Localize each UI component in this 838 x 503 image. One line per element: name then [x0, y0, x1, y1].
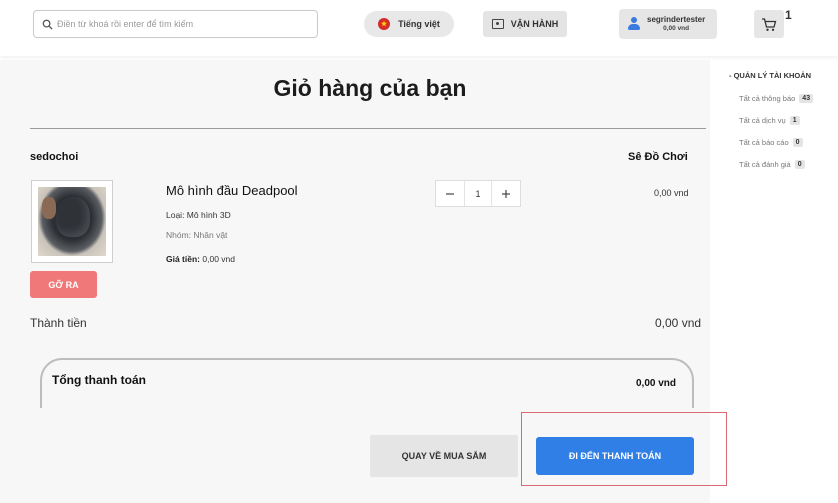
- count-badge: 43: [799, 94, 814, 103]
- sidebar-item-reviews[interactable]: Tất cả đánh giá 0: [739, 160, 805, 169]
- product-group: Nhóm: Nhân vật: [166, 230, 228, 240]
- account-management-heading[interactable]: - QUẢN LÝ TÀI KHOẢN: [729, 71, 811, 80]
- search-box[interactable]: [33, 10, 318, 38]
- count-badge: 0: [792, 138, 803, 147]
- search-input[interactable]: [57, 19, 307, 29]
- search-icon: [42, 19, 53, 30]
- product-price-value: 0,00 vnd: [202, 254, 236, 264]
- product-price-label: Giá tiền:: [166, 254, 201, 264]
- quantity-value[interactable]: 1: [464, 181, 492, 206]
- product-thumbnail[interactable]: [31, 180, 113, 263]
- sidebar-item-label: Tất cả thông báo: [739, 94, 796, 103]
- increase-quantity-button[interactable]: [492, 181, 520, 206]
- count-badge: 1: [789, 116, 800, 125]
- subtotal-value: 0,00 vnd: [655, 316, 702, 330]
- language-label: Tiếng việt: [398, 19, 440, 29]
- shop-owner[interactable]: sedochoi: [30, 151, 78, 163]
- sidebar-item-label: Tất cả đánh giá: [739, 160, 791, 169]
- sidebar-item-label: Tất cả báo cáo: [739, 138, 789, 147]
- count-badge: 0: [794, 160, 805, 169]
- user-balance: 0,00 vnd: [663, 25, 690, 32]
- sidebar-item-services[interactable]: Tất cả dịch vụ 1: [739, 116, 800, 125]
- language-button[interactable]: ★ Tiếng việt: [364, 11, 454, 37]
- left-margin: [0, 60, 30, 503]
- line-total: 0,00 vnd: [654, 188, 689, 198]
- operate-label: VẬN HÀNH: [510, 19, 559, 29]
- product-type: Loại: Mô hình 3D: [166, 210, 231, 220]
- cart-icon: [762, 17, 777, 31]
- sidebar-item-label: Tất cả dịch vụ: [739, 116, 786, 125]
- vietnam-flag-icon: ★: [378, 18, 391, 30]
- decrease-quantity-button[interactable]: [436, 181, 464, 206]
- checkout-button[interactable]: ĐI ĐẾN THANH TOÁN: [536, 437, 694, 475]
- dashboard-icon: [491, 19, 504, 29]
- minus-icon: [446, 192, 454, 195]
- product-image: [38, 187, 106, 256]
- continue-shopping-button[interactable]: QUAY VỀ MUA SẮM: [370, 435, 518, 477]
- total-label: Tổng thanh toán: [52, 373, 146, 387]
- remove-item-button[interactable]: GỠ RA: [30, 271, 97, 298]
- user-avatar-icon: [627, 17, 641, 31]
- subtotal-label: Thành tiền: [30, 316, 87, 330]
- product-name[interactable]: Mô hình đầu Deadpool: [166, 183, 298, 198]
- cart-count-badge: 1: [785, 8, 792, 22]
- user-account-button[interactable]: segrindertester 0,00 vnd: [619, 9, 717, 39]
- product-price: Giá tiền: 0,00 vnd: [166, 254, 235, 264]
- page-title: Giỏ hàng của bạn: [273, 75, 467, 101]
- top-header: ★ Tiếng việt VẬN HÀNH segrindertester 0,…: [0, 0, 838, 56]
- sidebar-item-notifications[interactable]: Tất cả thông báo 43: [739, 94, 814, 103]
- operate-button[interactable]: VẬN HÀNH: [483, 11, 567, 37]
- plus-icon: [502, 189, 510, 198]
- shop-name[interactable]: Sê Đồ Chơi: [628, 151, 688, 163]
- quantity-stepper: 1: [435, 180, 521, 207]
- total-value: 0,00 vnd: [636, 378, 677, 389]
- cart-button[interactable]: [754, 10, 784, 38]
- sidebar-item-reports[interactable]: Tất cả báo cáo 0: [739, 138, 803, 147]
- user-name: segrindertester: [647, 15, 706, 24]
- title-divider: [30, 128, 706, 129]
